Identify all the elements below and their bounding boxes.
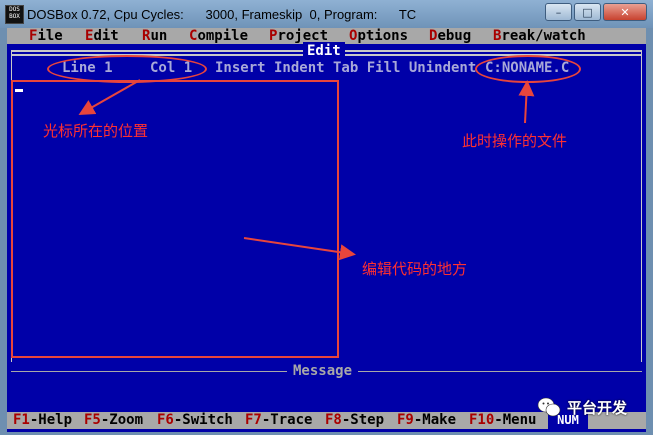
annotation-arrows [78, 79, 535, 261]
code-area-annotation-arrow [243, 237, 356, 261]
cursor-position-note: 光标所在的位置 [43, 122, 149, 140]
current-file-note: 此时操作的文件 [462, 132, 568, 150]
wechat-icon [537, 396, 561, 418]
code-area-note: 编辑代码的地方 [362, 260, 468, 278]
file-annotation-arrow [518, 80, 535, 124]
watermark-text: 平台开发 [567, 398, 628, 417]
watermark: 平台开发 [537, 394, 627, 420]
cursor-annotation-arrow [78, 79, 141, 115]
